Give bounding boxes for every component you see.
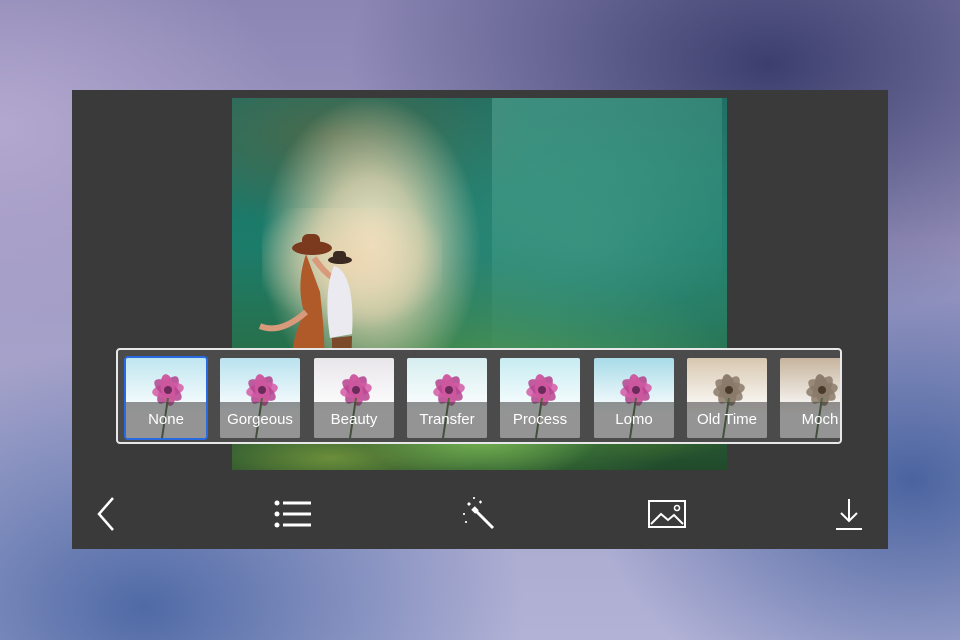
filter-beauty[interactable]: Beauty xyxy=(314,358,394,438)
filter-label: Beauty xyxy=(314,402,394,438)
photo-editor-window xyxy=(72,90,888,549)
filter-moch[interactable]: Moch xyxy=(780,358,840,438)
download-button[interactable] xyxy=(814,479,884,549)
filter-lomo[interactable]: Lomo xyxy=(594,358,674,438)
filter-old-time[interactable]: Old Time xyxy=(687,358,767,438)
filter-label: Moch xyxy=(780,402,840,438)
back-button[interactable] xyxy=(72,479,142,549)
filter-label: Process xyxy=(500,402,580,438)
filter-none[interactable]: None xyxy=(124,356,208,440)
list-button[interactable] xyxy=(258,479,328,549)
filter-process[interactable]: Process xyxy=(500,358,580,438)
image-button[interactable] xyxy=(632,479,702,549)
download-icon xyxy=(836,499,862,530)
magic-wand-icon xyxy=(463,497,495,530)
filter-transfer[interactable]: Transfer xyxy=(407,358,487,438)
magic-wand-button[interactable] xyxy=(444,479,514,549)
filter-label: Transfer xyxy=(407,402,487,438)
back-icon xyxy=(97,497,114,531)
image-icon xyxy=(648,500,686,528)
filter-strip[interactable]: None Gorgeous Beauty Transfer Process Lo… xyxy=(116,348,842,444)
filter-label: Lomo xyxy=(594,402,674,438)
filter-label: Gorgeous xyxy=(220,402,300,438)
bottom-toolbar xyxy=(72,479,888,549)
filter-label: Old Time xyxy=(687,402,767,438)
filter-gorgeous[interactable]: Gorgeous xyxy=(220,358,300,438)
list-icon xyxy=(274,500,311,528)
filter-label: None xyxy=(126,402,206,438)
